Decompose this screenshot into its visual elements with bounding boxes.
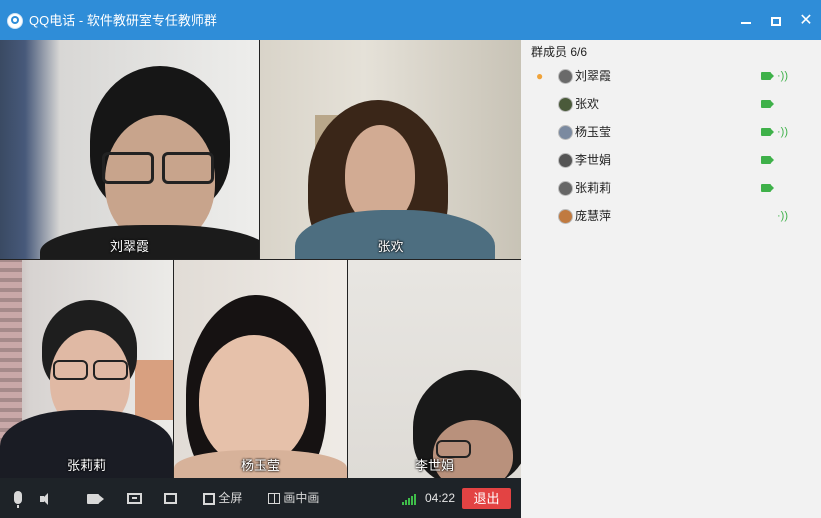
- picture-in-picture-button[interactable]: 画中画: [268, 478, 319, 518]
- person-face: [199, 335, 309, 465]
- fullscreen-label: 全屏: [218, 491, 243, 505]
- sound-wave-icon: ·)): [777, 126, 788, 138]
- video-camera-icon: [761, 128, 774, 136]
- glasses: [162, 152, 214, 184]
- sound-wave-icon: ·)): [777, 210, 788, 222]
- member-item[interactable]: 李世娟: [521, 146, 821, 174]
- avatar: [558, 209, 573, 224]
- video-tile[interactable]: 张欢: [260, 40, 521, 259]
- member-name: 庞慧萍: [575, 209, 612, 223]
- video-tile[interactable]: 李世娟: [348, 260, 521, 478]
- user-icon: ●: [536, 69, 544, 83]
- avatar: [558, 153, 573, 168]
- participant-name: 张莉莉: [66, 458, 106, 473]
- avatar: [558, 125, 573, 140]
- camera-button[interactable]: [87, 478, 104, 518]
- fullscreen-button[interactable]: 全屏: [203, 478, 242, 518]
- avatar: [558, 97, 573, 112]
- member-name: 杨玉莹: [575, 125, 612, 139]
- member-name: 张莉莉: [575, 181, 612, 195]
- video-camera-icon: [761, 184, 774, 192]
- member-list: ● 刘翠霞 ·)) 张欢 杨玉莹 ·)) 李世娟 张莉莉 庞慧萍 ·)): [521, 62, 821, 230]
- share-screen-button[interactable]: [127, 478, 142, 518]
- picture-in-picture-label: 画中画: [283, 491, 320, 505]
- member-panel: 群成员 6/6 ● 刘翠霞 ·)) 张欢 杨玉莹 ·)) 李世娟 张莉莉 庞慧萍…: [521, 40, 821, 518]
- video-camera-icon: [761, 156, 774, 164]
- qq-call-window: QQ电话 - 软件教研室专任教师群 ✕ 刘翠霞 张欢 张莉莉 杨玉莹 李世娟 群…: [0, 0, 821, 518]
- share-screen-icon: [127, 493, 142, 505]
- microphone-button[interactable]: [14, 478, 22, 518]
- video-tile[interactable]: 刘翠霞: [0, 40, 259, 259]
- member-name: 刘翠霞: [575, 69, 612, 83]
- picture-in-picture-icon: [268, 493, 280, 505]
- member-count-title: 群成员 6/6: [531, 45, 588, 59]
- video-tile[interactable]: 杨玉莹: [174, 260, 347, 478]
- video-camera-icon: [761, 100, 774, 108]
- title-bar[interactable]: QQ电话 - 软件教研室专任教师群 ✕: [0, 0, 821, 40]
- group-name: 软件教研室专任教师群: [86, 13, 217, 28]
- call-timer: 04:22: [425, 491, 456, 505]
- microphone-icon: [14, 491, 22, 509]
- member-item[interactable]: 杨玉莹 ·)): [521, 118, 821, 146]
- video-grid: 刘翠霞 张欢 张莉莉 杨玉莹 李世娟: [0, 40, 521, 478]
- signal-strength-icon: [402, 493, 420, 505]
- call-toolbar: 全屏 画中画 04:22 退出: [0, 478, 521, 518]
- presentation-button[interactable]: [164, 478, 177, 518]
- member-item[interactable]: 张欢: [521, 90, 821, 118]
- fullscreen-icon: [203, 492, 215, 505]
- avatar: [558, 69, 573, 84]
- glasses: [93, 360, 128, 380]
- speaker-icon: [40, 492, 54, 505]
- avatar: [558, 181, 573, 196]
- participant-name: 张欢: [377, 239, 404, 254]
- video-camera-icon: [87, 493, 104, 504]
- participant-name: 刘翠霞: [109, 239, 149, 254]
- qq-call-logo-icon: [7, 13, 23, 29]
- title-separator: -: [78, 13, 84, 28]
- app-name: QQ电话: [29, 13, 76, 28]
- exit-call-button[interactable]: 退出: [462, 488, 511, 509]
- participant-name: 杨玉莹: [240, 458, 280, 473]
- speaker-button[interactable]: [40, 478, 54, 518]
- window-title: QQ电话 - 软件教研室专任教师群: [29, 13, 217, 29]
- video-camera-icon: [761, 72, 774, 80]
- video-tile[interactable]: 张莉莉: [0, 260, 173, 478]
- member-item[interactable]: 庞慧萍 ·)): [521, 202, 821, 230]
- member-name: 张欢: [575, 97, 600, 111]
- minimize-button[interactable]: [735, 10, 757, 32]
- member-item[interactable]: 张莉莉: [521, 174, 821, 202]
- background-flowers: [135, 360, 173, 420]
- maximize-button[interactable]: [765, 10, 787, 32]
- sound-wave-icon: ·)): [777, 70, 788, 82]
- presentation-icon: [164, 493, 177, 505]
- glasses: [53, 360, 88, 380]
- glasses: [102, 152, 154, 184]
- participant-name: 李世娟: [414, 458, 454, 473]
- close-button[interactable]: ✕: [795, 10, 817, 32]
- member-item[interactable]: ● 刘翠霞 ·)): [521, 62, 821, 90]
- member-name: 李世娟: [575, 153, 612, 167]
